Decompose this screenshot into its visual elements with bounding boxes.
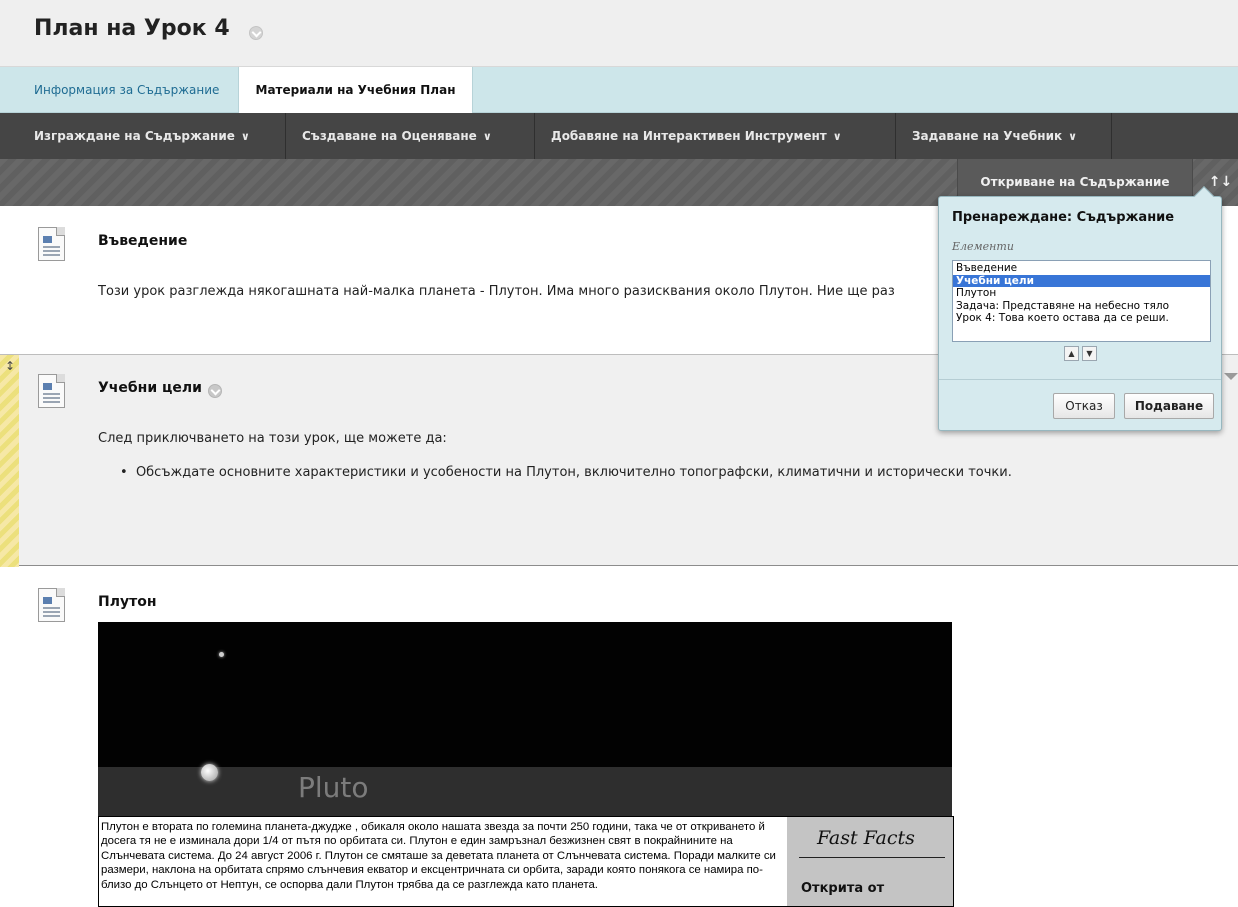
add-interactive-tool-menu[interactable]: Добавяне на Интерактивен Инструмент ∨ [535,113,896,159]
assign-textbook-menu[interactable]: Задаване на Учебник ∨ [896,113,1112,159]
scroll-down-icon[interactable] [1224,373,1238,380]
list-option[interactable]: Урок 4: Това което остава да се реши. [953,312,1210,325]
build-content-menu[interactable]: Изграждане на Съдържание ∨ [18,113,286,159]
page-header: План на Урок 4 [0,0,1238,67]
popup-title: Пренареждане: Съдържание [952,210,1175,225]
assign-textbook-label: Задаване на Учебник [912,129,1063,143]
item-title-pluto[interactable]: Плутон [98,594,157,610]
create-assessment-label: Създаване на Оценяване [302,129,477,143]
build-content-label: Изграждане на Съдържание [34,129,235,143]
action-menu-bar: Изграждане на Съдържание ∨ Създаване на О… [0,113,1238,159]
fast-facts-panel: Fast Facts Открита от [787,817,953,906]
tab-content-information[interactable]: Информация за Съдържание [16,67,237,113]
image-caption: Pluto [298,771,369,804]
item-title-introduction[interactable]: Въведение [98,233,187,249]
chevron-down-icon: ∨ [832,130,842,143]
chevron-down-icon: ∨ [240,130,250,143]
document-icon [38,374,65,408]
planet-icon [201,764,218,781]
add-interactive-tool-label: Добавяне на Интерактивен Инструмент [551,129,827,143]
drag-handle-strip[interactable]: ↕ [0,355,19,567]
divider [799,857,945,858]
drag-handle-icon[interactable]: ↕ [5,359,15,373]
pluto-body-text: Плутон е втората по големина планета-джу… [101,821,776,891]
star-dot [219,652,224,657]
reorder-popup: Пренареждане: Съдържание Елементи Въведе… [938,186,1222,431]
fast-facts-label: Открита от [801,881,885,896]
document-icon [38,227,65,261]
chevron-up-icon: ▲ [1068,349,1075,358]
chevron-down-icon: ▼ [1086,349,1093,358]
pluto-text-box: Плутон е втората по големина планета-джу… [98,816,954,907]
image-caption-strip: Pluto [98,767,952,816]
list-option[interactable]: Плутон [953,287,1210,300]
fast-facts-title: Fast Facts [817,827,915,849]
move-down-button[interactable]: ▼ [1082,346,1097,361]
tab-curriculum-materials[interactable]: Материали на Учебния План [238,67,473,114]
chevron-down-icon: ∨ [1068,130,1078,143]
tabs-bar: Информация за Съдържание Материали на Уч… [0,67,1238,114]
reorder-listbox[interactable]: Въведение Учебни цели Плутон Задача: Пре… [952,260,1211,342]
create-assessment-menu[interactable]: Създаване на Оценяване ∨ [286,113,535,159]
chevron-down-icon: ∨ [482,130,492,143]
bullet-item: • Обсъждате основните характеристики и у… [120,465,1012,480]
title-chevron-down-icon[interactable] [249,26,263,40]
item-text-introduction: Този урок разглежда някогашната най-малк… [98,284,895,299]
page-title: План на Урок 4 [34,16,230,41]
popup-items-label: Елементи [952,240,1014,253]
list-option-selected[interactable]: Учебни цели [953,274,1210,288]
cancel-button[interactable]: Отказ [1053,393,1115,419]
item-intro-learning-objectives: След приключването на този урок, ще може… [98,431,447,446]
item-options-chevron-icon[interactable] [208,384,222,398]
document-icon [38,588,65,622]
list-option[interactable]: Въведение [953,262,1210,275]
popup-divider [939,379,1221,380]
item-title-learning-objectives[interactable]: Учебни цели [98,380,202,396]
move-up-button[interactable]: ▲ [1064,346,1079,361]
submit-button[interactable]: Подаване [1124,393,1214,419]
pluto-image: Pluto [98,622,952,816]
bullet-text: Обсъждате основните характеристики и усо… [135,465,1012,480]
list-option[interactable]: Задача: Представяне на небесно тяло [953,300,1210,313]
